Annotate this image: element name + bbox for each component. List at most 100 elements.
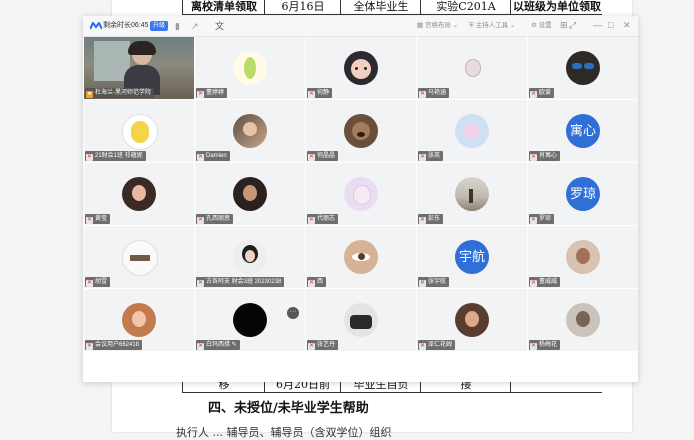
participant-name-text: 会议用户662418	[95, 342, 140, 348]
participant-name-text: 张宇航	[428, 279, 447, 285]
avatar-pear	[233, 51, 267, 85]
avatar-portrait	[233, 240, 267, 274]
participant-name-text: 白玛西措	[206, 342, 231, 348]
meeting-window: 剩余时长06:45 升级 ▮ ↗ 文 ▦ 宫格布局 ⌄ ⛨ 主持人工具 ⌄ ⚙ …	[83, 16, 638, 382]
participant-name-text: 孔西丽思	[206, 216, 231, 222]
mic-muted-icon: ✕	[308, 91, 315, 98]
avatar-text: 罗琼	[566, 177, 600, 211]
participant-tile[interactable]: ✕ 欧爱	[528, 37, 638, 99]
mic-muted-icon: ✕	[419, 91, 426, 98]
avatar-portrait	[566, 303, 600, 337]
mic-muted-icon: ✕	[419, 154, 426, 161]
translate-icon[interactable]: 文	[215, 21, 224, 31]
mic-muted-icon: ✕	[86, 154, 93, 161]
participant-tile[interactable]: ✕ 黄莹	[84, 163, 194, 225]
doc-cell: 全体毕业生	[340, 0, 421, 14]
mic-muted-icon: ✕	[197, 217, 204, 224]
participant-name: ✕ 张宇航	[418, 277, 450, 287]
more-options-icon[interactable]: ···	[287, 307, 299, 319]
participant-name: ✕ 孔西丽思	[196, 214, 234, 224]
table-row-top: 离校清单领取 6月16日 全体毕业生 实验C201A 以班级为单位领取	[182, 0, 602, 15]
participant-name-text: 杨梅花	[539, 342, 558, 348]
participant-tile[interactable]: 寓心 ✕ 肖寓心	[528, 100, 638, 162]
avatar-photo	[233, 114, 267, 148]
participant-tile[interactable]: 宇航 ✕ 张宇航	[417, 226, 527, 288]
participant-name-text: 张艺丹	[317, 342, 336, 348]
participant-tile[interactable]: ✕ 代丽志	[306, 163, 416, 225]
participant-name: ✕ 胡雪	[85, 277, 111, 287]
participant-name-text: 代丽志	[317, 216, 336, 222]
participant-name-text: 胡雪	[95, 279, 108, 285]
settings-button[interactable]: ⚙ 设置	[531, 20, 552, 32]
participant-name-text: 张英	[428, 153, 441, 159]
share-icon[interactable]: ↗	[191, 21, 199, 31]
avatar-portrait	[122, 177, 156, 211]
participant-tile[interactable]: ✕ 孔西丽思	[195, 163, 305, 225]
participant-tile[interactable]: ✕ 泽仁花姆	[417, 289, 527, 351]
participant-name: ✕ 西	[307, 277, 327, 287]
mic-muted-icon: ✕	[530, 154, 537, 161]
participant-name-text: 泽仁花姆	[428, 342, 453, 348]
participant-name-text: 马艳涵	[428, 90, 447, 96]
participant-tile[interactable]: ✕ 董威威	[528, 226, 638, 288]
participant-name: ✕ 张艺丹	[307, 340, 339, 350]
maximize-icon[interactable]: □	[608, 19, 613, 31]
participant-name-text: 罗琼	[539, 216, 552, 222]
participant-name: ✕ 张英	[418, 151, 444, 161]
avatar-text: 宇航	[455, 240, 489, 274]
doc-cell: 以班级为单位领取	[510, 0, 603, 14]
mic-muted-icon: ✕	[308, 154, 315, 161]
host-tools-button[interactable]: ⛨ 主持人工具 ⌄	[469, 20, 515, 32]
mic-muted-icon: ✕	[197, 343, 204, 350]
participant-tile[interactable]: ✕ 西	[306, 226, 416, 288]
participant-tile[interactable]: ● 杜海兰-黑河师范学院	[84, 37, 194, 99]
participant-tile[interactable]: ✕ 何静	[306, 37, 416, 99]
participant-name-text: 欧爱	[539, 90, 552, 96]
layout-button[interactable]: ▦ 宫格布局 ⌄	[417, 20, 458, 32]
title-bar: 剩余时长06:45 升级 ▮ ↗ 文 ▦ 宫格布局 ⌄ ⛨ 主持人工具 ⌄ ⚙ …	[83, 16, 638, 37]
participant-tile[interactable]: ✕ 杨梅花	[528, 289, 638, 351]
section-heading: 四、未授位/未毕业学生帮助	[208, 401, 369, 416]
participant-tile[interactable]: ✕ 马艳涵	[417, 37, 527, 99]
participant-name-text: 西	[317, 279, 324, 285]
participant-tile[interactable]: ✕ 会议用户662418	[84, 289, 194, 351]
avatar-anime	[455, 114, 489, 148]
participant-tile[interactable]: ✕ 张艺丹	[306, 289, 416, 351]
participant-name-text: Damien	[206, 153, 227, 159]
participant-name: ✕ 黄莹	[85, 214, 111, 224]
avatar-black	[233, 303, 267, 337]
participant-name-text: 21财会1班 祁蕴妮	[95, 153, 143, 159]
participant-tile[interactable]: ✕ 白玛西措 ✎	[195, 289, 305, 351]
participant-name: ✕ 肖寓心	[529, 151, 561, 161]
avatar-sunglasses	[566, 51, 600, 85]
participant-tile[interactable]: ✕ 董婷婷	[195, 37, 305, 99]
minimize-icon[interactable]: —	[593, 19, 602, 31]
participant-tile[interactable]: ✕ 张英	[417, 100, 527, 162]
participant-tile[interactable]: 罗琼 ✕ 罗琼	[528, 163, 638, 225]
participant-tile[interactable]: ✕ 21财会1班 祁蕴妮	[84, 100, 194, 162]
mic-muted-icon: ✕	[530, 343, 537, 350]
participant-name: ✕ 杨梅花	[529, 340, 561, 350]
close-icon[interactable]: ✕	[623, 19, 631, 31]
doc-cell: 6月16日	[264, 0, 341, 14]
participant-tile[interactable]: ✕ 何晶晶	[306, 100, 416, 162]
participant-name-text: 黄莹	[95, 216, 108, 222]
participant-tile[interactable]: ✕ 彭东	[417, 163, 527, 225]
participant-name: ✕ 白玛西措 ✎	[196, 340, 240, 350]
avatar-hand-drawn	[455, 51, 489, 85]
participant-name: ✕ 董威威	[529, 277, 561, 287]
mic-muted-icon: ✕	[419, 280, 426, 287]
mic-muted-icon: ✕	[86, 343, 93, 350]
participant-name-text: 董威威	[539, 279, 558, 285]
options-icon[interactable]: ⊞	[560, 19, 568, 31]
mic-muted-icon: ✕	[530, 91, 537, 98]
upgrade-badge[interactable]: 升级	[150, 21, 169, 31]
remaining-time: 剩余时长06:45	[103, 22, 149, 29]
fullscreen-icon[interactable]: ⤢	[569, 19, 576, 31]
participant-name: ✕ 欧爱	[529, 88, 555, 98]
participant-tile[interactable]: ✕ 古各阿支 财会3班 20230238	[195, 226, 305, 288]
avatar-yellow-character	[122, 114, 158, 150]
participant-tile[interactable]: ✕ Damien	[195, 100, 305, 162]
doc-cell: 实验C201A	[420, 0, 511, 14]
participant-tile[interactable]: ✕ 胡雪	[84, 226, 194, 288]
